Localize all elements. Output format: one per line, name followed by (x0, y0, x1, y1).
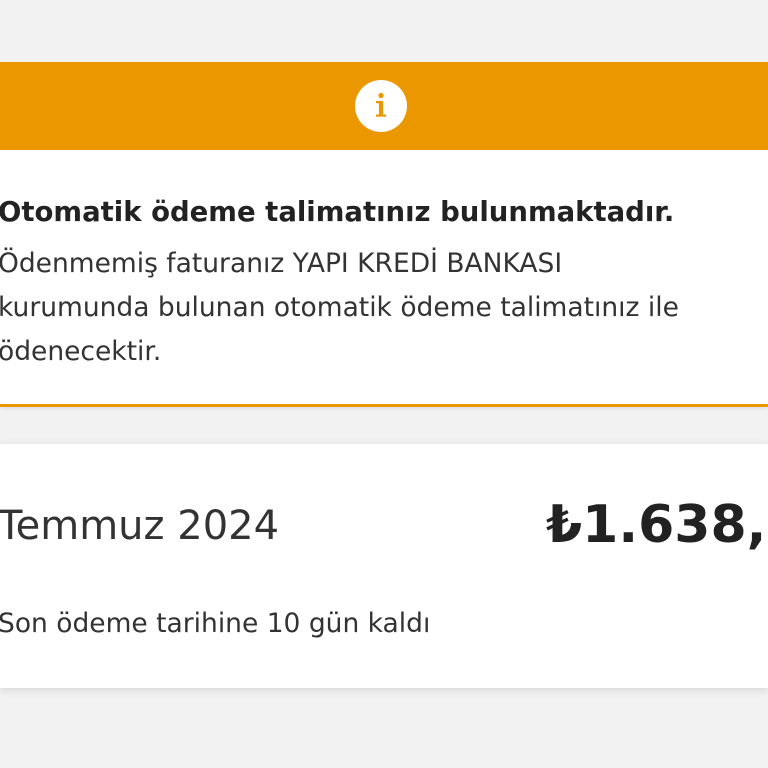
notice-title: Otomatik ödeme talimatınız bulunmaktadır… (0, 196, 675, 228)
auto-payment-notice: Otomatik ödeme talimatınız bulunmaktadır… (0, 62, 768, 407)
bottom-background (0, 730, 768, 768)
due-date-remaining: Son ödeme tarihine 10 gün kaldı (0, 608, 431, 639)
notice-message-line: kurumunda bulunan otomatik ödeme talimat… (0, 292, 679, 323)
notice-message-line: Ödenmemiş faturanız YAPI KREDİ BANKASI (0, 248, 563, 279)
bill-amount: ₺1.638,4 (546, 495, 768, 555)
info-icon (355, 80, 407, 132)
notice-banner (0, 62, 768, 150)
screen: Otomatik ödeme talimatınız bulunmaktadır… (0, 0, 768, 768)
bill-period: Temmuz 2024 (0, 503, 280, 549)
bill-card[interactable]: Temmuz 2024 ₺1.638,4 Son ödeme tarihine … (0, 444, 768, 688)
notice-message: Ödenmemiş faturanız YAPI KREDİ BANKASI k… (0, 242, 768, 374)
notice-message-line: ödenecektir. (0, 336, 162, 367)
